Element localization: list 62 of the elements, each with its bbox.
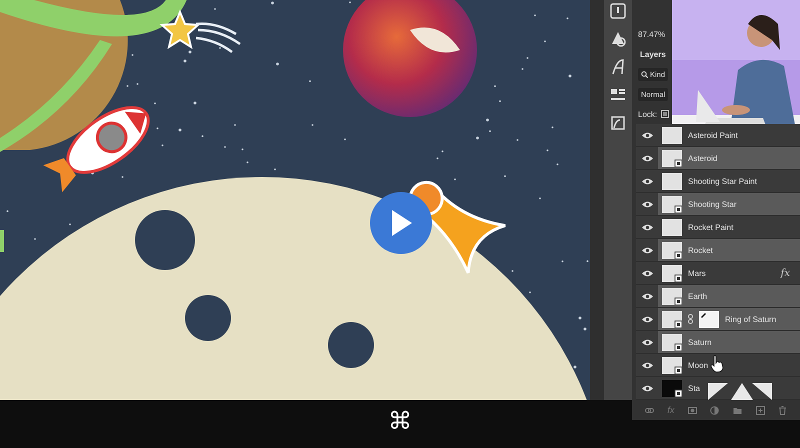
lock-pixels-icon[interactable] bbox=[661, 110, 670, 118]
mask-icon[interactable] bbox=[688, 406, 697, 414]
layer-row[interactable]: Rocket bbox=[658, 239, 800, 261]
layer-thumbnail bbox=[662, 288, 682, 304]
layer-thumbnail bbox=[662, 218, 682, 236]
layer-name: Saturn bbox=[688, 338, 712, 346]
eye-icon[interactable] bbox=[642, 178, 652, 184]
eye-icon[interactable] bbox=[642, 200, 652, 208]
layer-name: Mars bbox=[688, 268, 706, 278]
styles-icon[interactable] bbox=[609, 114, 627, 132]
adjustment-icon[interactable] bbox=[710, 406, 720, 414]
trash-icon[interactable] bbox=[778, 406, 788, 414]
layer-row[interactable]: Ring of Saturn bbox=[658, 308, 800, 330]
layer-thumbnail bbox=[662, 242, 682, 258]
layer-row[interactable]: Asteroid bbox=[658, 147, 800, 169]
layer-thumbnail bbox=[662, 334, 682, 350]
layer-thumbnail bbox=[662, 172, 682, 190]
zoom-level: 87.47% bbox=[638, 30, 666, 38]
search-icon bbox=[641, 70, 648, 78]
eye-icon[interactable] bbox=[642, 132, 652, 138]
new-layer-icon[interactable] bbox=[756, 406, 765, 414]
triangles-drawing bbox=[706, 381, 772, 400]
layer-thumbnail bbox=[662, 196, 682, 212]
layer-name: Shooting Star bbox=[688, 200, 736, 208]
eye-icon[interactable] bbox=[642, 270, 652, 276]
eye-icon[interactable] bbox=[642, 154, 652, 162]
link-icon bbox=[688, 314, 693, 324]
layer-name: Asteroid Paint bbox=[688, 130, 738, 140]
layer-thumbnail bbox=[662, 264, 682, 282]
lock-label: Lock: bbox=[638, 110, 658, 118]
effects-indicator[interactable]: fx bbox=[780, 268, 790, 278]
layer-row[interactable]: Shooting Star bbox=[658, 193, 800, 215]
layer-thumbnail bbox=[662, 356, 682, 374]
layer-name: Rocket Paint bbox=[688, 222, 734, 232]
layer-mask-thumbnail bbox=[699, 310, 719, 328]
command-key: ⌘ bbox=[388, 407, 412, 435]
layer-thumbnail bbox=[662, 380, 682, 396]
eye-icon[interactable] bbox=[642, 246, 652, 254]
folder-icon[interactable] bbox=[733, 406, 742, 414]
eye-icon[interactable] bbox=[642, 384, 652, 392]
eye-icon[interactable] bbox=[642, 224, 652, 230]
layer-name: Shooting Star Paint bbox=[688, 176, 757, 186]
eye-icon[interactable] bbox=[642, 292, 652, 300]
eye-icon[interactable] bbox=[642, 316, 652, 322]
layer-name: Ring of Saturn bbox=[725, 314, 776, 324]
history-icon[interactable] bbox=[609, 30, 627, 48]
layers-tab[interactable]: Layers bbox=[638, 50, 668, 58]
link-icon[interactable] bbox=[644, 406, 654, 414]
eye-icon[interactable] bbox=[642, 338, 652, 346]
layer-name: Asteroid bbox=[688, 154, 718, 162]
layer-row[interactable]: Earth bbox=[658, 285, 800, 307]
layer-name: Earth bbox=[688, 292, 708, 300]
layer-thumbnail bbox=[662, 150, 682, 166]
layer-name: Rocket bbox=[688, 246, 713, 254]
layer-name: Sta bbox=[688, 384, 700, 392]
eye-icon[interactable] bbox=[642, 362, 652, 368]
note-icon[interactable] bbox=[609, 2, 627, 20]
layer-row[interactable]: Saturn bbox=[658, 331, 800, 353]
layer-thumbnail bbox=[662, 310, 682, 328]
hand-cursor-icon bbox=[710, 355, 724, 373]
layer-thumbnail bbox=[662, 126, 682, 144]
layer-name: Moon bbox=[688, 360, 708, 370]
